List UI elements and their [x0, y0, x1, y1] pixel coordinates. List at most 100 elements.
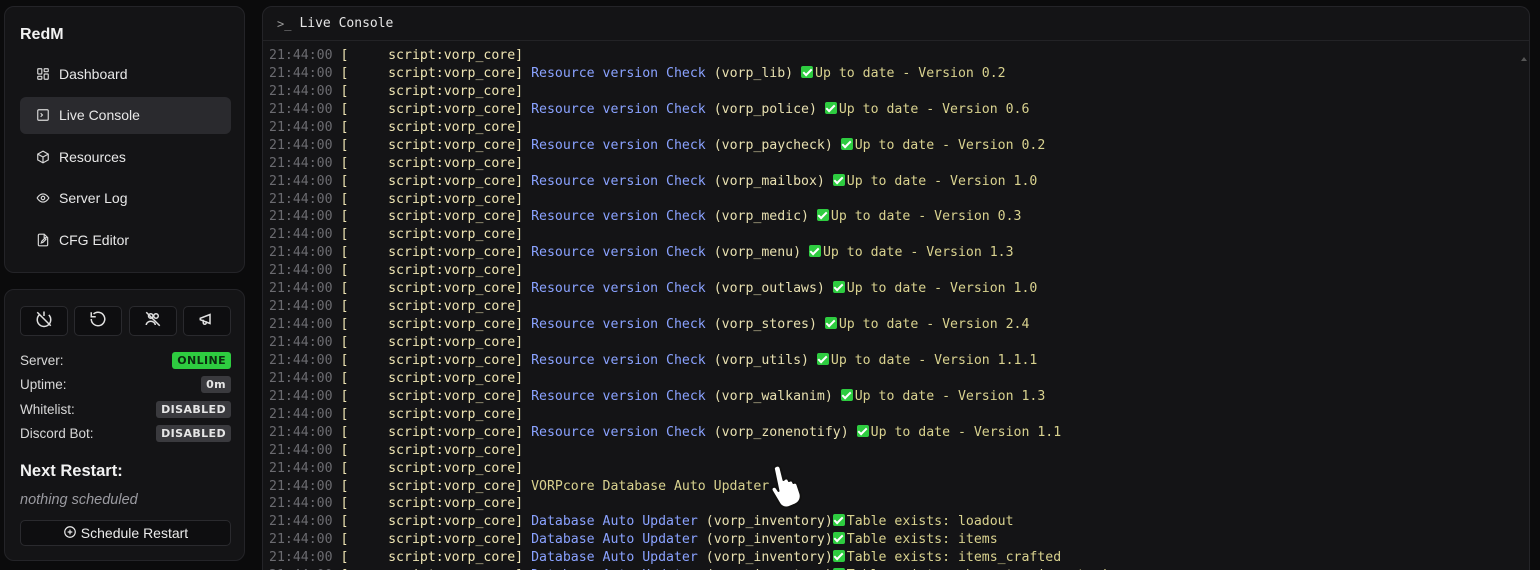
next-restart-heading: Next Restart:	[20, 462, 123, 480]
log-resource-name: (vorp_zonenotify)	[713, 424, 849, 440]
status-badge-uptime: 0m	[201, 376, 231, 393]
log-timestamp: 21:44:00	[269, 263, 333, 279]
log-status: Up to date - Version 0.3	[830, 209, 1022, 225]
status-uptime-row: Uptime: 0m	[20, 376, 231, 393]
log-status: Up to date - Version 1.0	[846, 173, 1038, 189]
log-line: 21:44:00 [ script:vorp_core]	[269, 370, 1529, 388]
megaphone-icon	[198, 310, 216, 333]
terminal-icon	[36, 108, 50, 122]
log-line: 21:44:00 [ script:vorp_core]	[269, 406, 1529, 424]
console-scrollbar[interactable]	[1519, 47, 1527, 77]
log-line: 21:44:00 [ script:vorp_core] Resource ve…	[269, 244, 1529, 262]
log-timestamp: 21:44:00	[269, 317, 333, 333]
log-timestamp: 21:44:00	[269, 406, 333, 422]
log-source: [ script:vorp_core]	[340, 209, 524, 225]
no-players-icon	[144, 310, 162, 333]
log-line: 21:44:00 [ script:vorp_core] Database Au…	[269, 513, 1529, 531]
restart-icon	[89, 310, 107, 333]
log-timestamp: 21:44:00	[269, 119, 333, 135]
sidebar-item-label: Server Log	[59, 190, 128, 207]
check-mark-icon	[832, 550, 845, 563]
log-resource-name: (vorp_outlaws)	[713, 281, 825, 297]
log-status: Up to date - Version 1.1	[870, 424, 1062, 440]
log-timestamp: 21:44:00	[269, 155, 333, 171]
log-status: Up to date - Version 1.3	[822, 245, 1014, 261]
log-message: Resource version Check	[531, 173, 706, 189]
sidebar-item-dashboard[interactable]: Dashboard	[20, 55, 231, 92]
log-timestamp: 21:44:00	[269, 48, 333, 63]
check-mark-icon	[856, 424, 869, 437]
log-line: 21:44:00 [ script:vorp_core] Resource ve…	[269, 173, 1529, 191]
log-line: 21:44:00 [ script:vorp_core] Resource ve…	[269, 388, 1529, 406]
log-source: [ script:vorp_core]	[340, 317, 524, 333]
sidebar-item-label: Live Console	[59, 107, 140, 124]
log-status: Up to date - Version 2.4	[838, 317, 1030, 333]
announce-button[interactable]	[182, 306, 231, 336]
sidebar-item-server-log[interactable]: Server Log	[20, 180, 231, 217]
log-line: 21:44:00 [ script:vorp_core] Resource ve…	[269, 424, 1529, 442]
log-source: [ script:vorp_core]	[340, 335, 524, 350]
log-status: Up to date - Version 0.2	[854, 137, 1046, 153]
log-line: 21:44:00 [ script:vorp_core]	[269, 460, 1529, 478]
status-server-row: Server: ONLINE	[20, 352, 231, 369]
log-resource-name: (vorp_medic)	[713, 209, 809, 225]
console-output[interactable]: 21:44:00 [ script:vorp_core] 21:44:00 [ s…	[269, 47, 1529, 570]
log-timestamp: 21:44:00	[269, 478, 333, 494]
log-resource-name: (vorp_paycheck)	[713, 137, 833, 153]
log-resource-name: (vorp_walkanim)	[713, 388, 833, 404]
log-line: 21:44:00 [ script:vorp_core]	[269, 119, 1529, 137]
server-status-panel: Server: ONLINE Uptime: 0m Whitelist: DIS…	[4, 289, 245, 561]
log-timestamp: 21:44:00	[269, 514, 333, 530]
log-timestamp: 21:44:00	[269, 281, 333, 297]
log-timestamp: 21:44:00	[269, 335, 333, 350]
server-controls	[20, 306, 231, 336]
log-timestamp: 21:44:00	[269, 137, 333, 153]
app-title: RedM	[20, 26, 64, 43]
log-message: Resource version Check	[531, 245, 706, 261]
log-source: [ script:vorp_core]	[340, 424, 524, 440]
sidebar-item-cfg-editor[interactable]: CFG Editor	[20, 221, 231, 258]
stop-server-button[interactable]	[20, 306, 68, 336]
log-source: [ script:vorp_core]	[340, 83, 524, 99]
check-mark-icon	[808, 245, 821, 258]
log-source: [ script:vorp_core]	[340, 478, 524, 494]
check-mark-icon	[840, 388, 853, 401]
log-source: [ script:vorp_core]	[340, 281, 524, 297]
status-badge-discord: DISABLED	[156, 425, 231, 442]
log-source: [ script:vorp_core]	[340, 245, 524, 261]
status-whitelist-row: Whitelist: DISABLED	[20, 401, 231, 418]
status-whitelist-label: Whitelist:	[20, 402, 75, 417]
check-mark-icon	[832, 173, 845, 186]
check-mark-icon	[801, 65, 814, 78]
log-resource-name: (vorp_stores)	[713, 317, 817, 333]
log-message: Resource version Check	[531, 137, 706, 153]
log-message: Resource version Check	[531, 101, 706, 117]
check-mark-icon	[832, 281, 845, 294]
log-source: [ script:vorp_core]	[340, 48, 524, 63]
log-line: 21:44:00 [ script:vorp_core] Resource ve…	[269, 280, 1529, 298]
check-mark-icon	[816, 352, 829, 365]
log-status: Up to date - Version 0.6	[838, 101, 1030, 117]
log-timestamp: 21:44:00	[269, 460, 333, 476]
log-timestamp: 21:44:00	[269, 227, 333, 243]
schedule-restart-button[interactable]: Schedule Restart	[20, 520, 231, 546]
log-status: Up to date - Version 1.1.1	[830, 352, 1038, 368]
restart-server-button[interactable]	[74, 306, 123, 336]
log-line: 21:44:00 [ script:vorp_core]	[269, 47, 1529, 65]
kick-all-button[interactable]	[128, 306, 177, 336]
sidebar-item-resources[interactable]: Resources	[20, 138, 231, 175]
next-restart-value: nothing scheduled	[20, 492, 138, 508]
log-message: Resource version Check	[531, 317, 706, 333]
log-timestamp: 21:44:00	[269, 65, 333, 81]
check-mark-icon	[832, 532, 845, 545]
plus-circle-icon	[63, 525, 81, 542]
log-source: [ script:vorp_core]	[340, 388, 524, 404]
log-source: [ script:vorp_core]	[340, 406, 524, 422]
log-timestamp: 21:44:00	[269, 388, 333, 404]
log-source: [ script:vorp_core]	[340, 460, 524, 476]
log-source: [ script:vorp_core]	[340, 263, 524, 279]
log-status: Table exists: items	[846, 532, 998, 548]
check-mark-icon	[824, 317, 837, 330]
log-timestamp: 21:44:00	[269, 496, 333, 512]
sidebar-item-live-console[interactable]: Live Console	[20, 96, 231, 134]
